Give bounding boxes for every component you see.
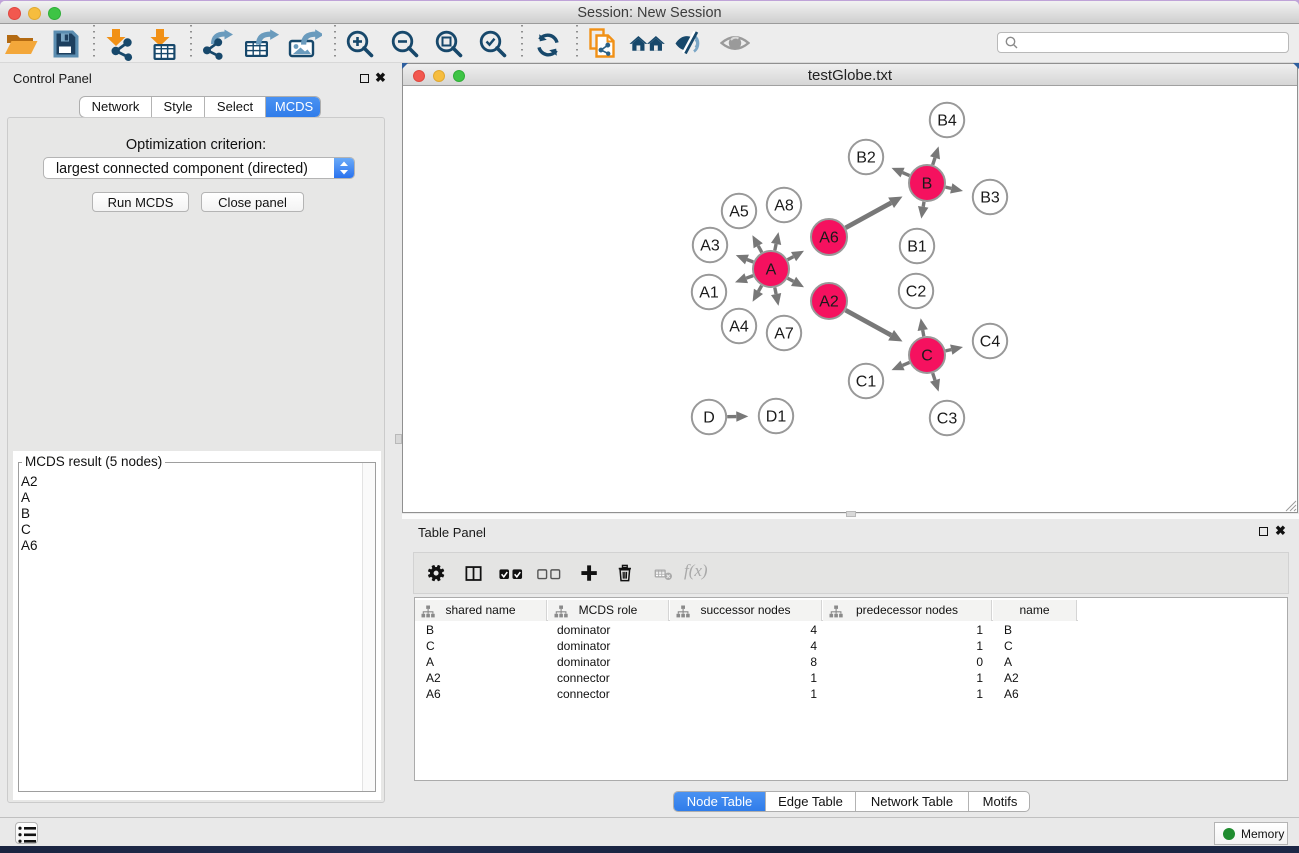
svg-text:C2: C2 [906,284,927,301]
svg-text:C1: C1 [856,374,877,391]
svg-text:B: B [922,176,933,193]
svg-text:B1: B1 [907,239,927,256]
svg-text:D1: D1 [766,409,787,426]
svg-text:A7: A7 [774,326,794,343]
svg-text:C: C [921,348,933,365]
svg-text:A1: A1 [699,285,719,302]
svg-text:A5: A5 [729,204,749,221]
svg-text:A4: A4 [729,319,749,336]
svg-text:A: A [766,262,777,279]
svg-text:C3: C3 [937,411,958,428]
svg-text:B2: B2 [856,150,876,167]
svg-text:A6: A6 [819,230,839,247]
svg-text:B4: B4 [937,113,957,130]
svg-text:A3: A3 [700,238,720,255]
svg-text:B3: B3 [980,190,1000,207]
svg-text:A2: A2 [819,294,839,311]
svg-text:A8: A8 [774,198,794,215]
svg-text:D: D [703,410,715,427]
svg-text:C4: C4 [980,334,1001,351]
